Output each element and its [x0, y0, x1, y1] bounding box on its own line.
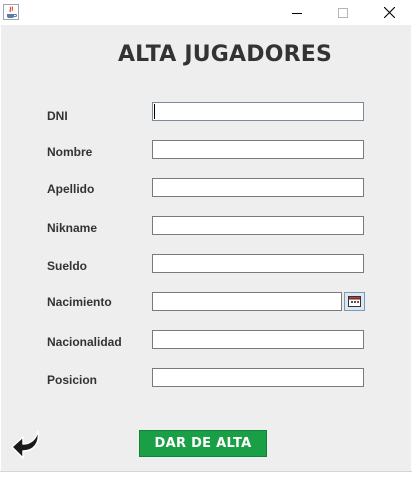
- minimize-icon: [292, 12, 302, 14]
- nombre-field[interactable]: [152, 140, 364, 159]
- apellido-field[interactable]: [152, 178, 364, 197]
- label-nombre: Nombre: [47, 145, 93, 159]
- label-apellido: Apellido: [47, 182, 95, 196]
- back-arrow-icon: [11, 430, 40, 459]
- label-nacionalidad: Nacionalidad: [47, 335, 122, 349]
- label-posicion: Posicion: [47, 373, 98, 387]
- java-cup-icon: [3, 4, 19, 20]
- calendar-icon: [348, 296, 361, 307]
- back-button[interactable]: [10, 429, 44, 463]
- minimize-button[interactable]: [274, 0, 320, 25]
- close-button[interactable]: [366, 0, 412, 25]
- title-bar: [0, 0, 412, 25]
- window-bottom-edge: [0, 471, 412, 477]
- form-panel: ALTA JUGADORES DNI Nombre Apellido Nikna…: [1, 25, 411, 471]
- calendar-button[interactable]: [344, 292, 365, 311]
- nacionalidad-field[interactable]: [152, 330, 364, 349]
- text-caret: [154, 104, 155, 119]
- dni-field[interactable]: [152, 102, 364, 121]
- nikname-field[interactable]: [152, 216, 364, 235]
- label-sueldo: Sueldo: [47, 259, 88, 273]
- posicion-field[interactable]: [152, 368, 364, 387]
- close-icon: [383, 7, 395, 18]
- maximize-button[interactable]: [320, 0, 366, 25]
- sueldo-field[interactable]: [152, 254, 364, 273]
- page-title: ALTA JUGADORES: [117, 42, 333, 67]
- label-dni: DNI: [47, 109, 68, 123]
- nacimiento-field[interactable]: [152, 292, 342, 311]
- dar-de-alta-button[interactable]: DAR DE ALTA: [139, 430, 267, 457]
- label-nikname: Nikname: [47, 221, 98, 235]
- app-window: ALTA JUGADORES DNI Nombre Apellido Nikna…: [0, 0, 412, 477]
- label-nacimiento: Nacimiento: [47, 295, 112, 309]
- maximize-icon: [338, 7, 348, 18]
